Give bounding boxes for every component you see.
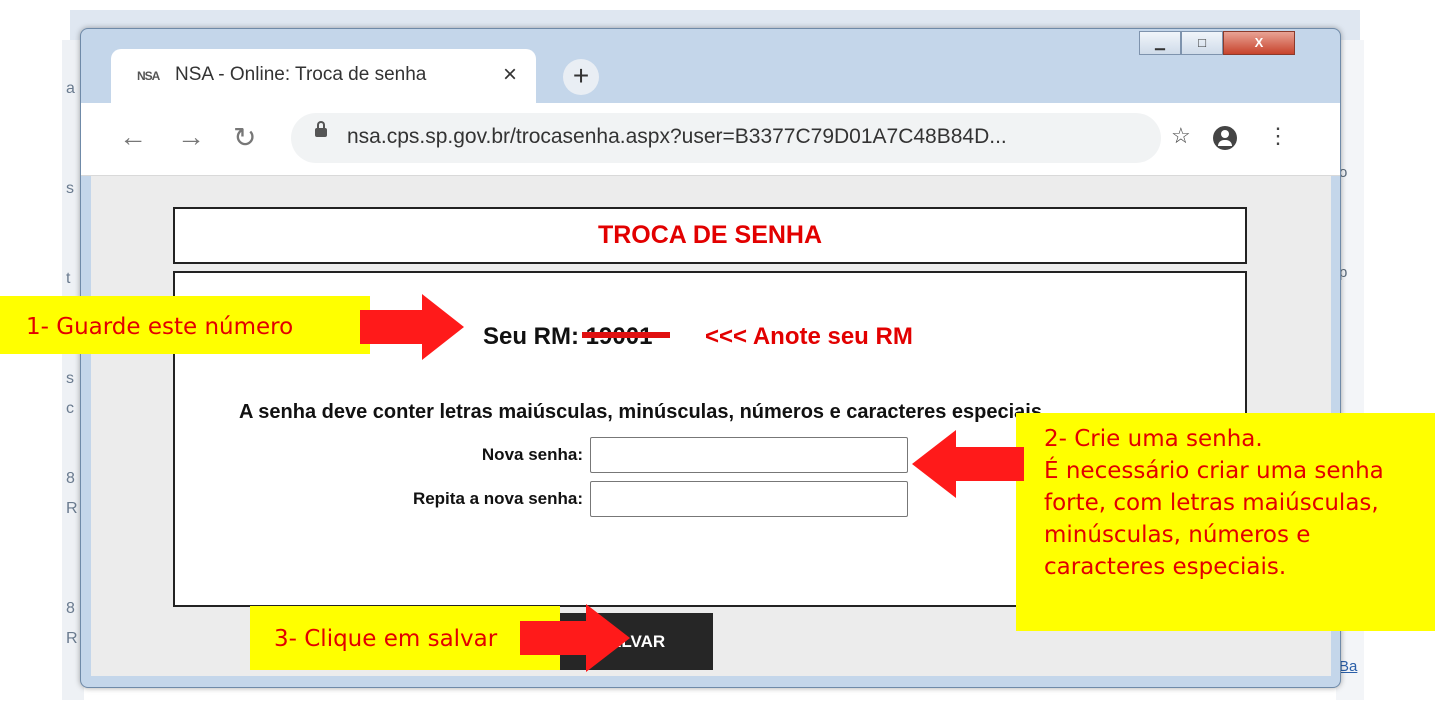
background-text: a <box>66 80 75 97</box>
annotation-step-2-line: forte, com letras maiúsculas, <box>1044 490 1379 516</box>
annotation-step-3: 3- Clique em salvar <box>250 606 560 670</box>
annotation-step-1: 1- Guarde este número <box>0 296 370 354</box>
background-text: 8 <box>66 600 75 617</box>
annotation-step-2-line: É necessário criar uma senha <box>1044 458 1384 484</box>
annotation-step-2-line: minúsculas, números e <box>1044 522 1311 548</box>
account-icon[interactable] <box>1213 126 1237 150</box>
lock-icon <box>315 121 327 137</box>
window-controls: ▁ □ X <box>1139 31 1295 55</box>
background-text: R <box>66 500 78 517</box>
tab-strip: NSA NSA - Online: Troca de senha × + ▁ □… <box>81 29 1340 105</box>
background-text: 8 <box>66 470 75 487</box>
back-arrow-icon[interactable]: ← <box>119 121 147 153</box>
background-text: c <box>66 400 74 417</box>
reload-icon[interactable]: ↻ <box>233 121 256 154</box>
url-text[interactable]: nsa.cps.sp.gov.br/trocasenha.aspx?user=B… <box>347 125 1007 149</box>
arrow-left-icon <box>912 430 1024 498</box>
minimize-button[interactable]: ▁ <box>1139 31 1181 55</box>
address-bar[interactable]: nsa.cps.sp.gov.br/trocasenha.aspx?user=B… <box>291 113 1161 163</box>
maximize-button[interactable]: □ <box>1181 31 1223 55</box>
nsa-favicon-icon: NSA <box>137 69 160 83</box>
browser-toolbar: ← → ↻ nsa.cps.sp.gov.br/trocasenha.aspx?… <box>81 103 1340 176</box>
annotation-step-2: 2- Crie uma senha. É necessário criar um… <box>1016 413 1435 631</box>
rm-line: Seu RM: 19001 <box>483 323 670 351</box>
page-title-box: TROCA DE SENHA <box>173 207 1247 264</box>
arrow-right-icon <box>520 604 630 672</box>
new-password-label: Nova senha: <box>481 445 583 464</box>
annotation-step-2-line: caracteres especiais. <box>1044 554 1287 580</box>
close-window-button[interactable]: X <box>1223 31 1295 55</box>
background-text: t <box>66 270 71 287</box>
arrow-right-icon <box>360 294 464 360</box>
page-title: TROCA DE SENHA <box>597 221 823 249</box>
background-link[interactable]: Ba <box>1339 658 1357 675</box>
star-icon[interactable]: ☆ <box>1171 123 1191 149</box>
background-text: s <box>66 370 74 387</box>
rm-note: <<< Anote seu RM <box>705 323 913 350</box>
rm-label: Seu RM: <box>483 323 579 350</box>
browser-tab[interactable]: NSA NSA - Online: Troca de senha × <box>111 49 536 105</box>
repeat-password-input[interactable] <box>590 481 908 517</box>
tab-close-icon[interactable]: × <box>503 61 517 89</box>
repeat-password-label: Repita a nova senha: <box>412 489 583 508</box>
forward-arrow-icon[interactable]: → <box>177 121 205 153</box>
background-text: s <box>66 180 74 197</box>
password-rules: A senha deve conter letras maiúsculas, m… <box>239 401 1042 423</box>
redaction-strike <box>581 332 670 338</box>
annotation-step-2-line: 2- Crie uma senha. <box>1044 426 1263 452</box>
tab-title: NSA - Online: Troca de senha <box>175 64 427 85</box>
new-password-input[interactable] <box>590 437 908 473</box>
kebab-menu-icon[interactable]: ⋮ <box>1267 123 1289 149</box>
rm-value: 19001 <box>581 323 670 351</box>
new-tab-button[interactable]: + <box>563 59 599 95</box>
background-text: R <box>66 630 78 647</box>
